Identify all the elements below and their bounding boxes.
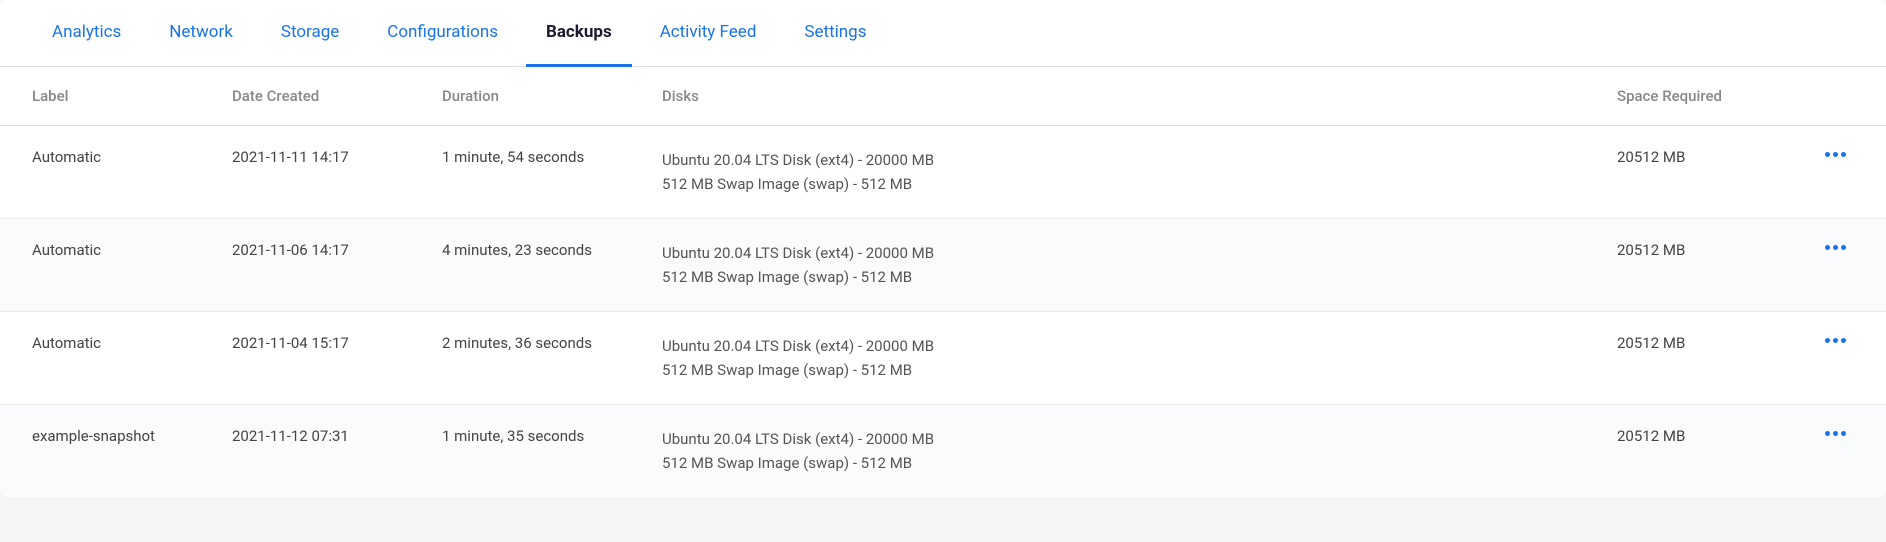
cell-disks: Ubuntu 20.04 LTS Disk (ext4) - 20000 MB … <box>630 219 1585 312</box>
col-header-space: Space Required <box>1585 67 1785 126</box>
cell-disks: Ubuntu 20.04 LTS Disk (ext4) - 20000 MB … <box>630 312 1585 405</box>
backups-table: Label Date Created Duration Disks Space … <box>0 67 1886 497</box>
tab-analytics[interactable]: Analytics <box>32 0 141 67</box>
table-header-row: Label Date Created Duration Disks Space … <box>0 67 1886 126</box>
page-container: Analytics Network Storage Configurations… <box>0 0 1886 497</box>
cell-space: 20512 MB <box>1585 126 1785 219</box>
tab-activity-feed[interactable]: Activity Feed <box>640 0 777 67</box>
cell-duration: 1 minute, 54 seconds <box>410 126 630 219</box>
disk-line2: 512 MB Swap Image (swap) - 512 MB <box>662 451 1553 475</box>
cell-label: Automatic <box>0 312 200 405</box>
cell-disks: Ubuntu 20.04 LTS Disk (ext4) - 20000 MB … <box>630 126 1585 219</box>
disk-line2: 512 MB Swap Image (swap) - 512 MB <box>662 265 1553 289</box>
table-row: Automatic 2021-11-04 15:17 2 minutes, 36… <box>0 312 1886 405</box>
cell-date: 2021-11-06 14:17 <box>200 219 410 312</box>
disk-line1: Ubuntu 20.04 LTS Disk (ext4) - 20000 MB <box>662 427 1553 451</box>
cell-date: 2021-11-11 14:17 <box>200 126 410 219</box>
table-row: Automatic 2021-11-11 14:17 1 minute, 54 … <box>0 126 1886 219</box>
row-action-menu-button[interactable] <box>1817 427 1854 440</box>
cell-date: 2021-11-04 15:17 <box>200 312 410 405</box>
dot-1 <box>1825 152 1830 157</box>
col-header-disks: Disks <box>630 67 1585 126</box>
cell-date: 2021-11-12 07:31 <box>200 405 410 498</box>
dot-3 <box>1841 152 1846 157</box>
dot-3 <box>1841 245 1846 250</box>
cell-disks: Ubuntu 20.04 LTS Disk (ext4) - 20000 MB … <box>630 405 1585 498</box>
dot-3 <box>1841 338 1846 343</box>
row-action-menu-button[interactable] <box>1817 148 1854 161</box>
disk-line1: Ubuntu 20.04 LTS Disk (ext4) - 20000 MB <box>662 148 1553 172</box>
cell-space: 20512 MB <box>1585 405 1785 498</box>
cell-space: 20512 MB <box>1585 219 1785 312</box>
col-header-label: Label <box>0 67 200 126</box>
tab-backups[interactable]: Backups <box>526 0 632 67</box>
cell-action <box>1785 126 1886 219</box>
row-action-menu-button[interactable] <box>1817 334 1854 347</box>
col-header-duration: Duration <box>410 67 630 126</box>
dot-1 <box>1825 338 1830 343</box>
dot-2 <box>1833 338 1838 343</box>
table-row: Automatic 2021-11-06 14:17 4 minutes, 23… <box>0 219 1886 312</box>
dot-2 <box>1833 245 1838 250</box>
table-row: example-snapshot 2021-11-12 07:31 1 minu… <box>0 405 1886 498</box>
tab-navigation: Analytics Network Storage Configurations… <box>0 0 1886 67</box>
dot-2 <box>1833 152 1838 157</box>
disk-line1: Ubuntu 20.04 LTS Disk (ext4) - 20000 MB <box>662 241 1553 265</box>
tab-network[interactable]: Network <box>149 0 253 67</box>
disk-line1: Ubuntu 20.04 LTS Disk (ext4) - 20000 MB <box>662 334 1553 358</box>
row-action-menu-button[interactable] <box>1817 241 1854 254</box>
cell-duration: 1 minute, 35 seconds <box>410 405 630 498</box>
dot-2 <box>1833 431 1838 436</box>
disk-line2: 512 MB Swap Image (swap) - 512 MB <box>662 172 1553 196</box>
cell-action <box>1785 405 1886 498</box>
cell-action <box>1785 219 1886 312</box>
backups-table-container: Label Date Created Duration Disks Space … <box>0 67 1886 497</box>
tab-settings[interactable]: Settings <box>784 0 886 67</box>
cell-label: Automatic <box>0 126 200 219</box>
cell-action <box>1785 312 1886 405</box>
cell-duration: 4 minutes, 23 seconds <box>410 219 630 312</box>
dot-1 <box>1825 245 1830 250</box>
tab-configurations[interactable]: Configurations <box>367 0 518 67</box>
dot-3 <box>1841 431 1846 436</box>
col-header-date: Date Created <box>200 67 410 126</box>
cell-space: 20512 MB <box>1585 312 1785 405</box>
cell-label: Automatic <box>0 219 200 312</box>
col-header-actions <box>1785 67 1886 126</box>
dot-1 <box>1825 431 1830 436</box>
tab-storage[interactable]: Storage <box>261 0 359 67</box>
cell-duration: 2 minutes, 36 seconds <box>410 312 630 405</box>
disk-line2: 512 MB Swap Image (swap) - 512 MB <box>662 358 1553 382</box>
cell-label: example-snapshot <box>0 405 200 498</box>
